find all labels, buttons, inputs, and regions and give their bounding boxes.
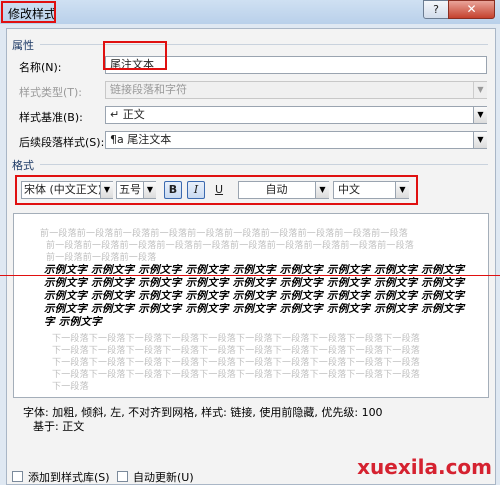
- add-to-gallery-checkbox[interactable]: [12, 471, 23, 482]
- annotation-line: [0, 275, 500, 276]
- properties-divider: [40, 44, 488, 45]
- font-color-value: 自动: [265, 183, 288, 196]
- window-title: 修改样式: [8, 7, 57, 21]
- preview-pane: 前一段落前一段落前一段落前一段落前一段落前一段落前一段落前一段落前一段落前一段落…: [13, 213, 489, 398]
- font-value: 宋体 (中文正文): [24, 183, 103, 196]
- format-divider: [40, 164, 488, 165]
- next-style-value: 尾注文本: [127, 133, 172, 146]
- preview-next-paragraph: 下一段落: [52, 382, 89, 392]
- watermark: xuexila.com: [357, 455, 492, 479]
- font-color-dropdown-icon[interactable]: ▼: [315, 182, 329, 198]
- linked-style-icon: ¶a: [110, 133, 124, 146]
- style-type-select[interactable]: 链接段落和字符: [105, 81, 487, 99]
- style-description: 字体: 加粗, 倾斜, 左, 不对齐到网格, 样式: 链接, 使用前隐藏, 优先…: [13, 399, 487, 452]
- format-section-title: 格式: [12, 159, 34, 172]
- style-type-dropdown-icon[interactable]: ▼: [473, 82, 487, 98]
- name-input[interactable]: 尾注文本: [105, 56, 487, 74]
- size-dropdown-icon[interactable]: ▼: [143, 182, 156, 198]
- close-button[interactable]: ✕: [448, 0, 495, 19]
- next-style-select[interactable]: ¶a 尾注文本: [105, 131, 487, 149]
- language-dropdown-icon[interactable]: ▼: [395, 182, 409, 198]
- preview-sample-text: 示例文字 示例文字 示例文字 示例文字 示例文字 示例文字 示例文字 示例文字 …: [44, 303, 465, 315]
- style-based-label: 样式基准(B):: [19, 111, 83, 124]
- italic-button[interactable]: I: [187, 181, 205, 199]
- style-based-dropdown-icon[interactable]: ▼: [473, 107, 487, 123]
- style-based-select[interactable]: ↵ 正文: [105, 106, 487, 124]
- paragraph-mark-icon: ↵: [110, 108, 120, 121]
- auto-update-checkbox[interactable]: [117, 471, 128, 482]
- size-value: 五号: [119, 183, 141, 196]
- description-line: 基于: 正文: [33, 420, 85, 433]
- font-dropdown-icon[interactable]: ▼: [100, 182, 113, 198]
- next-style-label: 后续段落样式(S):: [19, 136, 105, 149]
- style-based-value: 正文: [122, 108, 145, 121]
- next-style-dropdown-icon[interactable]: ▼: [473, 132, 487, 148]
- language-value: 中文: [338, 183, 360, 196]
- preview-next-paragraph: 下一段落下一段落下一段落下一段落下一段落下一段落下一段落下一段落下一段落下一段落: [52, 370, 421, 380]
- underline-button[interactable]: U: [210, 181, 228, 199]
- style-type-label: 样式类型(T):: [19, 86, 83, 99]
- name-label: 名称(N):: [19, 61, 62, 74]
- style-type-value: 链接段落和字符: [110, 83, 187, 96]
- bold-button[interactable]: B: [164, 181, 182, 199]
- preview-sample-text: 字 示例文字: [44, 316, 102, 328]
- help-button[interactable]: ?: [423, 0, 449, 19]
- properties-section-title: 属性: [12, 39, 34, 52]
